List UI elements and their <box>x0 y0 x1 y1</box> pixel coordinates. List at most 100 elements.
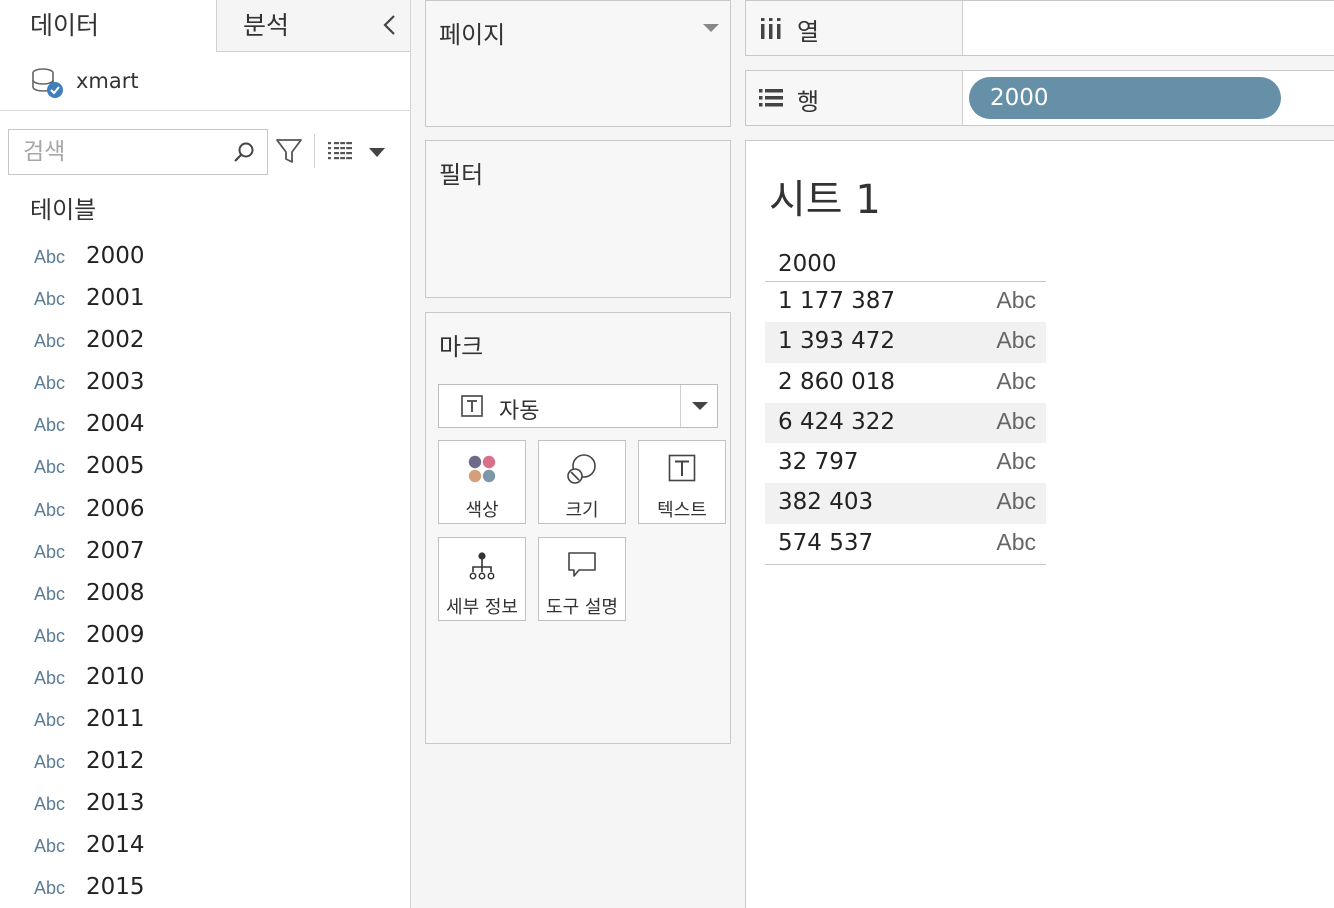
filter-icon[interactable] <box>274 135 304 167</box>
field-name: 2014 <box>86 832 145 859</box>
search-box <box>8 129 268 175</box>
rows-pill-2000[interactable]: 2000 <box>969 77 1281 119</box>
field-item[interactable]: Abc 2003 <box>0 362 410 404</box>
field-list: Abc 2000 Abc 2001 Abc 2002 Abc 2003 Abc 2004 Abc 20… <box>0 236 410 908</box>
string-type-icon: Abc <box>34 794 66 815</box>
field-item[interactable]: Abc 2004 <box>0 404 410 446</box>
collapse-pane-icon[interactable] <box>378 12 402 38</box>
string-type-icon: Abc <box>34 331 66 352</box>
filters-card-title: 필터 <box>439 161 484 189</box>
field-name: 2001 <box>86 285 145 312</box>
field-name: 2010 <box>86 663 145 690</box>
text-mark: Abc <box>996 407 1036 434</box>
list-view-icon[interactable] <box>326 140 354 162</box>
string-type-icon: Abc <box>34 667 66 688</box>
field-item[interactable]: Abc 2010 <box>0 657 410 699</box>
divider <box>314 134 315 168</box>
table-row[interactable]: 1 393 472 Abc <box>765 322 1046 363</box>
columns-shelf-label: 열 <box>797 18 820 46</box>
field-item[interactable]: Abc 2001 <box>0 278 410 320</box>
rows-shelf-label: 행 <box>797 88 820 116</box>
cards-pane: 페이지 필터 마크 자동 색상 크기 텍스트 세부 정보 도구 설명 <box>411 0 745 908</box>
sheet-title[interactable]: 시트 1 <box>769 167 881 225</box>
text-mark-icon <box>461 395 483 417</box>
field-item[interactable]: Abc 2000 <box>0 236 410 278</box>
table-header: 2000 <box>765 245 1046 282</box>
mark-type-label: 자동 <box>499 399 540 424</box>
field-item[interactable]: Abc 2009 <box>0 615 410 657</box>
detail-icon <box>469 552 495 580</box>
text-mark: Abc <box>996 448 1036 475</box>
mark-type-dropdown[interactable]: 자동 <box>438 384 718 428</box>
table-row[interactable]: 574 537 Abc <box>765 524 1046 564</box>
field-item[interactable]: Abc 2008 <box>0 573 410 615</box>
marks-card-title: 마크 <box>439 333 484 361</box>
text-mark: Abc <box>996 327 1036 354</box>
field-item[interactable]: Abc 2014 <box>0 825 410 867</box>
field-name: 2003 <box>86 369 145 396</box>
pages-card-title: 페이지 <box>439 21 506 49</box>
string-type-icon: Abc <box>34 457 66 478</box>
datasource-item[interactable]: xmart <box>30 62 400 102</box>
row-header-value: 574 537 <box>778 529 874 556</box>
text-mark: Abc <box>996 367 1036 394</box>
size-button-label: 크기 <box>565 500 599 521</box>
detail-button[interactable]: 세부 정보 <box>438 537 526 621</box>
field-name: 2005 <box>86 453 145 480</box>
table-row[interactable]: 1 177 387 Abc <box>765 282 1046 322</box>
field-name: 2006 <box>86 495 145 522</box>
field-name: 2007 <box>86 537 145 564</box>
string-type-icon: Abc <box>34 752 66 773</box>
chevron-down-icon[interactable] <box>366 144 388 160</box>
size-icon <box>567 454 596 484</box>
text-button[interactable]: 텍스트 <box>638 440 726 524</box>
tableau-workspace: 데이터 분석 xmart 검색 테이블 Abc 2000 Abc 2001 Ab… <box>0 0 1334 908</box>
string-type-icon: Abc <box>34 541 66 562</box>
chevron-down-icon[interactable] <box>691 401 709 411</box>
datasource-icon <box>32 68 63 98</box>
text-mark: Abc <box>996 528 1036 555</box>
rows-shelf[interactable]: 행 2000 <box>745 70 1334 126</box>
chevron-down-icon[interactable] <box>702 23 720 33</box>
field-item[interactable]: Abc 2012 <box>0 741 410 783</box>
string-type-icon: Abc <box>34 625 66 646</box>
field-item[interactable]: Abc 2005 <box>0 446 410 488</box>
columns-shelf[interactable]: 열 <box>745 0 1334 56</box>
tab-data[interactable]: 데이터 <box>0 0 217 52</box>
string-type-icon: Abc <box>34 415 66 436</box>
table-heading: 테이블 <box>30 196 97 224</box>
field-name: 2002 <box>86 327 145 354</box>
string-type-icon: Abc <box>34 373 66 394</box>
field-name: 2009 <box>86 621 145 648</box>
divider <box>0 110 410 111</box>
pages-card[interactable]: 페이지 <box>425 0 731 127</box>
search-input[interactable] <box>9 130 229 174</box>
string-type-icon: Abc <box>34 583 66 604</box>
string-type-icon: Abc <box>34 710 66 731</box>
field-item[interactable]: Abc 2002 <box>0 320 410 362</box>
worksheet-canvas: 시트 1 2000 1 177 387 Abc 1 393 472 Abc 2 860 … <box>745 140 1334 908</box>
size-button[interactable]: 크기 <box>538 440 626 524</box>
table-row[interactable]: 382 403 Abc <box>765 483 1046 524</box>
text-table: 2000 1 177 387 Abc 1 393 472 Abc 2 860 018 Ab… <box>765 245 1046 566</box>
row-header-value: 1 177 387 <box>778 288 896 314</box>
table-row[interactable]: 2 860 018 Abc <box>765 363 1046 403</box>
field-item[interactable]: Abc 2011 <box>0 699 410 741</box>
field-item[interactable]: Abc 2015 <box>0 867 410 908</box>
filters-card[interactable]: 필터 <box>425 140 731 298</box>
color-button[interactable]: 색상 <box>438 440 526 524</box>
string-type-icon: Abc <box>34 289 66 310</box>
field-name: 2000 <box>86 243 145 269</box>
tooltip-button[interactable]: 도구 설명 <box>538 537 626 621</box>
field-item[interactable]: Abc 2006 <box>0 489 410 531</box>
field-item[interactable]: Abc 2013 <box>0 783 410 825</box>
field-item[interactable]: Abc 2007 <box>0 531 410 573</box>
search-icon[interactable] <box>233 141 255 163</box>
text-icon <box>668 454 696 482</box>
table-body: 1 177 387 Abc 1 393 472 Abc 2 860 018 Abc 6 42… <box>765 282 1046 564</box>
table-row[interactable]: 6 424 322 Abc <box>765 402 1046 444</box>
row-header-value: 6 424 322 <box>778 408 896 435</box>
detail-button-label: 세부 정보 <box>446 597 518 618</box>
column-header-2000[interactable]: 2000 <box>778 251 837 277</box>
table-row[interactable]: 32 797 Abc <box>765 443 1046 483</box>
